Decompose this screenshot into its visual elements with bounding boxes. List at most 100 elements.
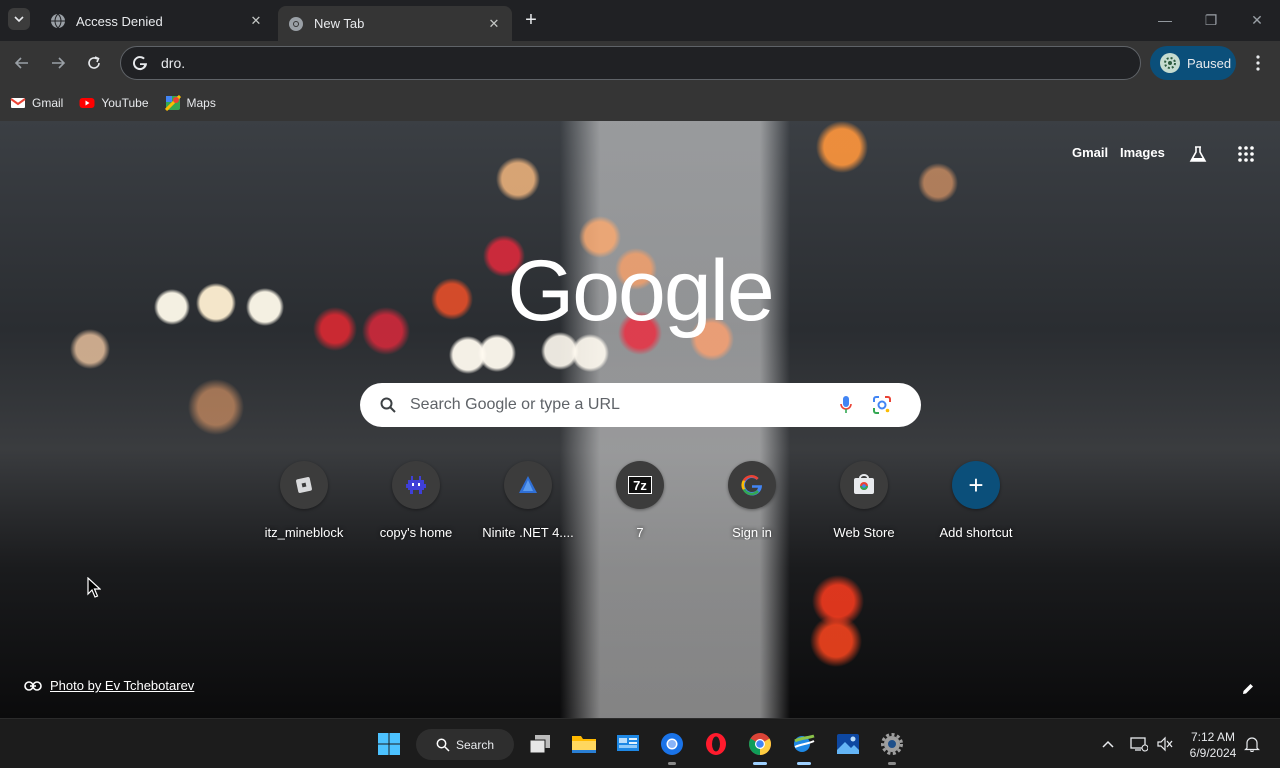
running-indicator — [668, 762, 676, 765]
address-input[interactable] — [161, 55, 1061, 71]
shortcut-label: Ninite .NET 4.... — [482, 525, 574, 540]
chevron-up-icon[interactable] — [1099, 735, 1117, 753]
clock-time: 7:12 AM — [1190, 730, 1236, 744]
shortcut-ninite[interactable]: Ninite .NET 4.... — [472, 461, 584, 540]
roblox-icon — [280, 461, 328, 509]
chrome-button[interactable] — [743, 727, 777, 765]
chrome-icon — [289, 16, 303, 31]
shortcut-add[interactable]: + Add shortcut — [920, 461, 1032, 540]
search-box[interactable] — [360, 383, 921, 427]
ninite-icon — [504, 461, 552, 509]
taskbar-search-label: Search — [456, 737, 495, 752]
settings-button[interactable] — [875, 727, 909, 765]
file-explorer-button[interactable] — [567, 727, 601, 761]
arrow-left-icon — [14, 57, 28, 69]
7zip-icon: 7z — [616, 461, 664, 509]
shortcut-copys-home[interactable]: copy's home — [360, 461, 472, 540]
bookmark-gmail[interactable]: Gmail — [10, 95, 63, 111]
forward-button[interactable] — [46, 51, 70, 75]
search-icon — [378, 395, 398, 415]
chrome-canary-button[interactable] — [655, 727, 689, 765]
windows-taskbar: Search 7:12 AM 6/9/2024 — [0, 718, 1280, 768]
control-panel-icon — [617, 735, 639, 751]
tab-strip: Access Denied ✕ New Tab ✕ + — ❐ ✕ — [0, 0, 1280, 41]
pixel-alien-icon — [392, 461, 440, 509]
close-tab-icon[interactable]: ✕ — [248, 13, 264, 29]
back-button[interactable] — [10, 51, 34, 75]
globe-network-icon — [794, 734, 815, 752]
shortcut-7[interactable]: 7z 7 — [584, 461, 696, 540]
toolbar: Paused — [0, 41, 1280, 85]
gmail-link[interactable]: Gmail — [1072, 145, 1108, 160]
windows-logo-icon — [378, 733, 400, 755]
network-app-button[interactable] — [787, 727, 821, 765]
opera-button[interactable] — [699, 727, 733, 761]
minimize-icon[interactable]: — — [1155, 10, 1175, 30]
start-button[interactable] — [372, 727, 406, 761]
close-tab-icon[interactable]: ✕ — [486, 16, 502, 32]
mic-icon[interactable] — [836, 395, 856, 415]
google-logo: Google — [507, 248, 774, 338]
shortcut-sign-in[interactable]: Sign in — [696, 461, 808, 540]
running-indicator — [753, 762, 767, 765]
bookmark-youtube[interactable]: YouTube — [79, 95, 149, 111]
apps-grid-icon[interactable] — [1235, 143, 1257, 165]
tab-new-tab[interactable]: New Tab ✕ — [278, 6, 512, 41]
photo-attribution: Photo by Ev Tchebotarev — [24, 678, 194, 693]
globe-icon — [51, 13, 65, 29]
photos-icon — [837, 734, 859, 754]
tab-title: Access Denied — [76, 13, 163, 29]
system-clock[interactable]: 7:12 AM 6/9/2024 — [1182, 729, 1244, 761]
notification-bell-icon[interactable] — [1243, 735, 1261, 753]
address-bar[interactable] — [120, 46, 1141, 80]
taskbar-search[interactable]: Search — [416, 729, 514, 760]
network-icon[interactable] — [1130, 735, 1148, 753]
tab-access-denied[interactable]: Access Denied ✕ — [40, 6, 274, 36]
close-window-icon[interactable]: ✕ — [1247, 10, 1267, 30]
reload-button[interactable] — [82, 51, 106, 75]
svg-text:7z: 7z — [633, 478, 647, 493]
google-g-icon — [728, 461, 776, 509]
search-icon — [436, 738, 450, 752]
clock-date: 6/9/2024 — [1189, 746, 1237, 760]
plus-icon: + — [952, 461, 1000, 509]
bookmark-label: Maps — [186, 96, 216, 110]
task-view-button[interactable] — [523, 727, 557, 761]
chrome-icon — [749, 733, 771, 755]
profile-button[interactable]: Paused — [1150, 46, 1236, 80]
images-link[interactable]: Images — [1120, 145, 1165, 160]
shortcut-label: Sign in — [732, 525, 772, 540]
bookmarks-bar: Gmail YouTube Maps — [0, 85, 1280, 121]
shortcut-label: 7 — [636, 525, 644, 540]
folder-icon — [572, 736, 596, 753]
running-indicator — [888, 762, 896, 765]
photo-attribution-link[interactable]: Photo by Ev Tchebotarev — [50, 678, 194, 693]
shortcut-itz-mineblock[interactable]: itz_mineblock — [248, 461, 360, 540]
avatar — [1160, 53, 1180, 73]
gear-icon — [881, 733, 903, 755]
tab-title: New Tab — [314, 16, 365, 31]
search-input[interactable] — [410, 396, 830, 414]
restore-icon[interactable]: ❐ — [1201, 10, 1221, 30]
chrome-menu-button[interactable] — [1248, 51, 1268, 75]
customize-pencil-icon[interactable] — [1238, 679, 1258, 699]
bookmark-maps[interactable]: Maps — [164, 95, 216, 111]
running-indicator — [797, 762, 811, 765]
youtube-icon — [79, 98, 95, 108]
arrow-right-icon — [52, 57, 66, 69]
shortcut-web-store[interactable]: Web Store — [808, 461, 920, 540]
tab-search-button[interactable] — [8, 8, 30, 30]
new-tab-button[interactable]: + — [520, 9, 542, 31]
labs-flask-icon[interactable] — [1187, 143, 1209, 165]
reload-icon — [88, 56, 100, 69]
mouse-cursor-icon — [87, 577, 101, 598]
google-lens-icon[interactable] — [872, 395, 892, 415]
control-panel-button[interactable] — [611, 727, 645, 761]
bookmark-label: Gmail — [32, 96, 64, 110]
photos-button[interactable] — [831, 727, 865, 761]
chevron-down-icon — [14, 16, 24, 23]
bookmark-label: YouTube — [101, 96, 149, 110]
volume-muted-icon[interactable] — [1156, 735, 1174, 753]
maps-icon — [164, 95, 181, 111]
profile-status-label: Paused — [1187, 55, 1232, 71]
